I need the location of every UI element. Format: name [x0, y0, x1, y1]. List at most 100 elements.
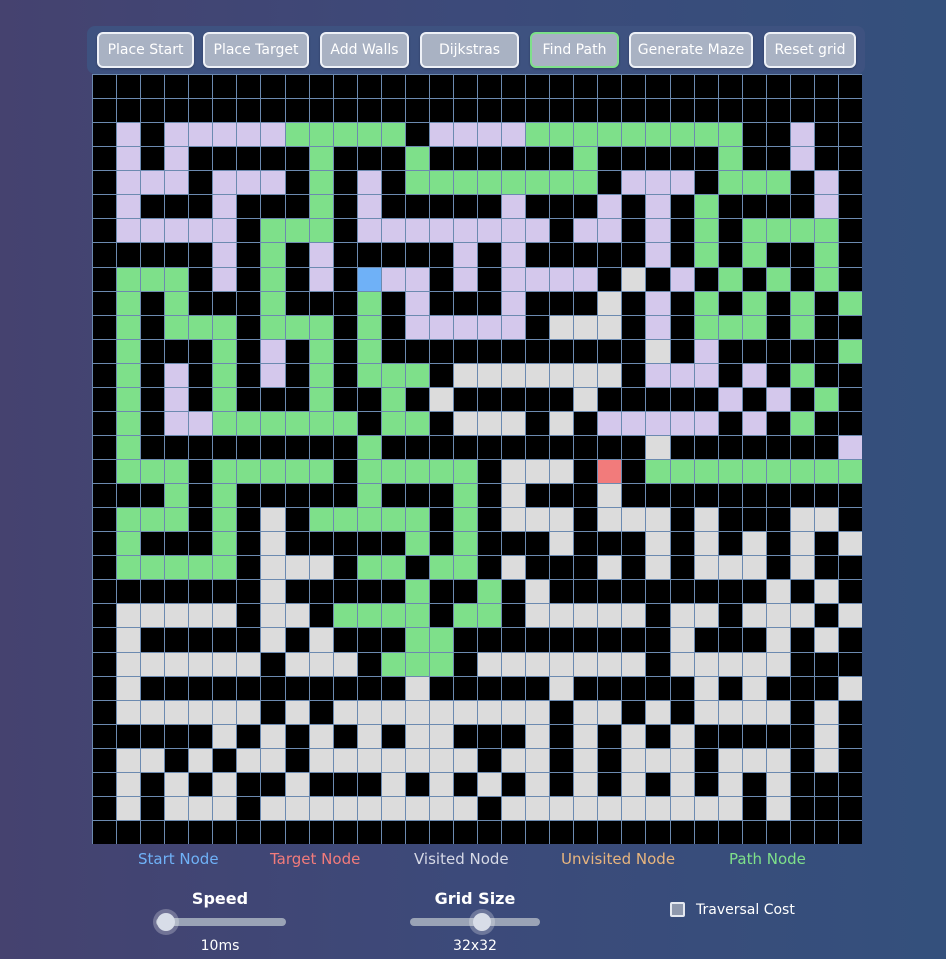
wall-cell[interactable]	[550, 700, 574, 724]
unvisited-cell[interactable]	[718, 700, 742, 724]
visited-cell[interactable]	[670, 171, 694, 195]
wall-cell[interactable]	[574, 532, 598, 556]
wall-cell[interactable]	[766, 99, 790, 123]
speed-slider-track[interactable]	[156, 918, 286, 926]
wall-cell[interactable]	[502, 99, 526, 123]
unvisited-cell[interactable]	[333, 652, 357, 676]
path-cell[interactable]	[453, 556, 477, 580]
wall-cell[interactable]	[381, 484, 405, 508]
wall-cell[interactable]	[381, 339, 405, 363]
wall-cell[interactable]	[357, 99, 381, 123]
path-cell[interactable]	[261, 219, 285, 243]
wall-cell[interactable]	[429, 363, 453, 387]
path-cell[interactable]	[405, 508, 429, 532]
wall-cell[interactable]	[429, 99, 453, 123]
path-cell[interactable]	[453, 532, 477, 556]
unvisited-cell[interactable]	[622, 267, 646, 291]
wall-cell[interactable]	[333, 676, 357, 700]
unvisited-cell[interactable]	[261, 724, 285, 748]
path-cell[interactable]	[718, 460, 742, 484]
path-cell[interactable]	[213, 363, 237, 387]
wall-cell[interactable]	[478, 339, 502, 363]
path-cell[interactable]	[814, 267, 838, 291]
unvisited-cell[interactable]	[189, 748, 213, 772]
unvisited-cell[interactable]	[285, 604, 309, 628]
unvisited-cell[interactable]	[165, 652, 189, 676]
unvisited-cell[interactable]	[718, 652, 742, 676]
unvisited-cell[interactable]	[622, 604, 646, 628]
wall-cell[interactable]	[357, 387, 381, 411]
wall-cell[interactable]	[213, 820, 237, 844]
wall-cell[interactable]	[838, 363, 862, 387]
wall-cell[interactable]	[333, 99, 357, 123]
visited-cell[interactable]	[790, 123, 814, 147]
wall-cell[interactable]	[598, 820, 622, 844]
wall-cell[interactable]	[598, 147, 622, 171]
wall-cell[interactable]	[141, 99, 165, 123]
unvisited-cell[interactable]	[622, 652, 646, 676]
wall-cell[interactable]	[261, 75, 285, 99]
unvisited-cell[interactable]	[718, 556, 742, 580]
wall-cell[interactable]	[333, 580, 357, 604]
wall-cell[interactable]	[526, 195, 550, 219]
wall-cell[interactable]	[718, 532, 742, 556]
unvisited-cell[interactable]	[790, 556, 814, 580]
wall-cell[interactable]	[309, 772, 333, 796]
wall-cell[interactable]	[694, 75, 718, 99]
wall-cell[interactable]	[838, 652, 862, 676]
unvisited-cell[interactable]	[478, 772, 502, 796]
wall-cell[interactable]	[237, 484, 261, 508]
wall-cell[interactable]	[189, 532, 213, 556]
wall-cell[interactable]	[141, 435, 165, 459]
path-cell[interactable]	[117, 532, 141, 556]
wall-cell[interactable]	[117, 724, 141, 748]
path-cell[interactable]	[453, 171, 477, 195]
wall-cell[interactable]	[237, 628, 261, 652]
visited-cell[interactable]	[646, 411, 670, 435]
wall-cell[interactable]	[429, 604, 453, 628]
unvisited-cell[interactable]	[742, 604, 766, 628]
unvisited-cell[interactable]	[550, 676, 574, 700]
wall-cell[interactable]	[357, 652, 381, 676]
wall-cell[interactable]	[237, 267, 261, 291]
unvisited-cell[interactable]	[766, 580, 790, 604]
wall-cell[interactable]	[670, 435, 694, 459]
visited-cell[interactable]	[429, 315, 453, 339]
wall-cell[interactable]	[117, 75, 141, 99]
wall-cell[interactable]	[838, 556, 862, 580]
visited-cell[interactable]	[814, 195, 838, 219]
wall-cell[interactable]	[237, 219, 261, 243]
wall-cell[interactable]	[838, 508, 862, 532]
wall-cell[interactable]	[357, 243, 381, 267]
visited-cell[interactable]	[453, 219, 477, 243]
wall-cell[interactable]	[189, 171, 213, 195]
wall-cell[interactable]	[694, 772, 718, 796]
unvisited-cell[interactable]	[165, 796, 189, 820]
wall-cell[interactable]	[742, 580, 766, 604]
wall-cell[interactable]	[285, 75, 309, 99]
wall-cell[interactable]	[429, 820, 453, 844]
wall-cell[interactable]	[742, 267, 766, 291]
wall-cell[interactable]	[478, 195, 502, 219]
unvisited-cell[interactable]	[189, 796, 213, 820]
wall-cell[interactable]	[742, 99, 766, 123]
unvisited-cell[interactable]	[261, 508, 285, 532]
unvisited-cell[interactable]	[574, 652, 598, 676]
wall-cell[interactable]	[333, 387, 357, 411]
wall-cell[interactable]	[670, 147, 694, 171]
path-cell[interactable]	[165, 291, 189, 315]
wall-cell[interactable]	[141, 676, 165, 700]
wall-cell[interactable]	[213, 147, 237, 171]
unvisited-cell[interactable]	[261, 580, 285, 604]
unvisited-cell[interactable]	[526, 724, 550, 748]
wall-cell[interactable]	[141, 580, 165, 604]
unvisited-cell[interactable]	[309, 628, 333, 652]
wall-cell[interactable]	[622, 387, 646, 411]
wall-cell[interactable]	[405, 556, 429, 580]
maze-grid[interactable]	[92, 74, 862, 844]
unvisited-cell[interactable]	[598, 291, 622, 315]
wall-cell[interactable]	[718, 628, 742, 652]
unvisited-cell[interactable]	[117, 604, 141, 628]
path-cell[interactable]	[333, 411, 357, 435]
wall-cell[interactable]	[93, 700, 117, 724]
